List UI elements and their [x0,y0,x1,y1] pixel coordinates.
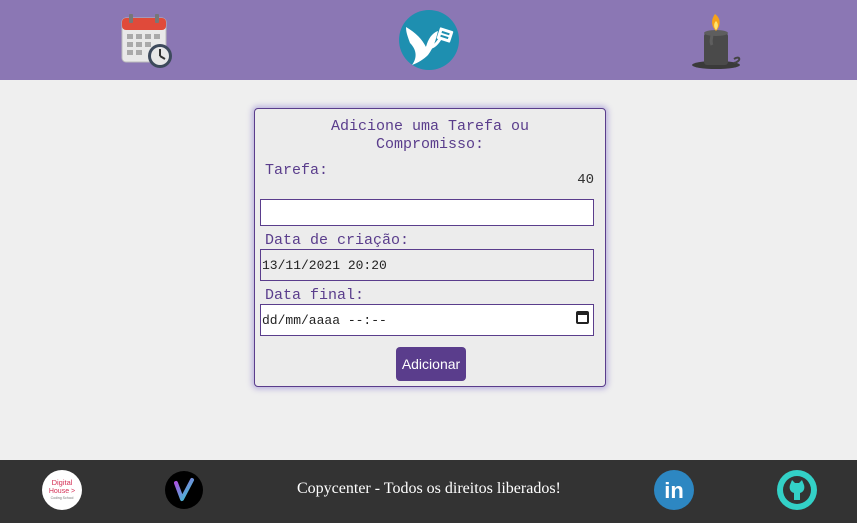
candle-icon[interactable] [686,9,748,71]
form-title: Adicione uma Tarefa ou Compromisso: [255,118,605,154]
due-date-placeholder: dd/mm/aaaa --:-- [262,313,387,328]
due-date-input[interactable]: dd/mm/aaaa --:-- [260,304,594,336]
digital-house-logo[interactable]: Digital House > Coding School [42,470,82,510]
task-form-card: Adicione uma Tarefa ou Compromisso: Tare… [254,108,606,387]
task-label: Tarefa: [265,162,329,179]
task-char-counter: 40 [577,172,594,188]
created-date-field: 13/11/2021 20:20 [260,249,594,281]
form-title-line-2: Compromisso: [375,136,485,153]
dh-logo-text-2: House > [49,488,75,495]
task-input[interactable] [260,199,594,226]
github-icon[interactable] [777,470,817,510]
created-date-label: Data de criação: [265,232,410,249]
dh-logo-text-3: Coding School [51,496,74,500]
linkedin-icon-text: in [664,478,684,503]
calendar-clock-icon[interactable] [117,9,179,71]
top-header [0,0,857,80]
due-date-label: Data final: [265,287,365,304]
linkedin-icon[interactable]: in [654,470,694,510]
v-logo[interactable] [165,471,203,509]
dh-logo-text-1: Digital [52,478,73,487]
copyright-text: Copycenter - Todos os direitos liberados… [297,480,561,497]
dove-logo-icon[interactable] [398,9,460,71]
footer: Digital House > Coding School Copycenter… [0,460,857,523]
form-title-line-1: Adicione uma Tarefa ou [330,118,530,135]
calendar-picker-icon[interactable] [576,311,589,324]
add-task-button[interactable]: Adicionar [396,347,466,381]
